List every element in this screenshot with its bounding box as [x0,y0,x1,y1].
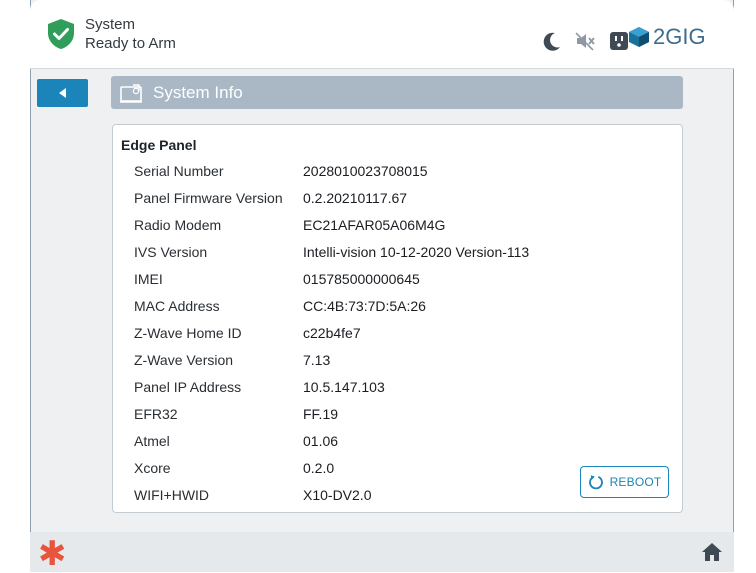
page-title-bar: System Info [111,76,683,109]
info-label: WIFI+HWID [134,487,210,503]
info-row: MAC Address CC:4B:73:7D:5A:26 [113,298,682,320]
info-label: Panel Firmware Version [134,190,283,206]
info-label: Atmel [134,433,170,449]
info-row: EFR32 FF.19 [113,406,682,428]
info-row: Radio Modem EC21AFAR05A06M4G [113,217,682,239]
back-arrow-icon [58,88,66,98]
info-value: CC:4B:73:7D:5A:26 [303,298,426,314]
info-value: 7.13 [303,352,331,368]
info-label: IMEI [134,271,163,287]
info-row: IMEI 015785000000645 [113,271,682,293]
system-status-text: Ready to Arm [85,35,176,52]
info-value: 0.2.0 [303,460,335,476]
info-label: EFR32 [134,406,178,422]
info-row: Serial Number 2028010023708015 [113,163,682,185]
mute-icon[interactable] [574,30,596,52]
back-button[interactable] [37,79,88,107]
info-value: 015785000000645 [303,271,420,287]
info-label: MAC Address [134,298,220,314]
footer-bar [30,532,734,572]
info-value: FF.19 [303,406,339,422]
info-value: EC21AFAR05A06M4G [303,217,446,233]
header-divider [30,68,734,69]
night-mode-icon[interactable] [541,30,563,52]
info-row: Z-Wave Home ID c22b4fe7 [113,325,682,347]
info-row: Panel Firmware Version 0.2.20210117.67 [113,190,682,212]
system-status-label: System [85,16,136,33]
emergency-icon[interactable]: ✱ [38,537,67,571]
brand-text: 2GIG [653,24,706,49]
page-title: System Info [153,82,243,102]
brand-logo: 2GIG [628,24,706,50]
info-label: Xcore [134,460,171,476]
reboot-icon [588,475,603,490]
info-label: IVS Version [134,244,208,260]
info-value: Intelli-vision 10-12-2020 Version-113 [303,244,530,260]
shield-check-icon [48,19,74,49]
info-value: X10-DV2.0 [303,487,372,503]
reboot-button[interactable]: REBOOT [580,466,669,498]
system-info-icon [120,83,142,103]
info-value: 0.2.20210117.67 [303,190,408,206]
info-panel: Edge Panel Serial Number 2028010023708015… [112,124,683,513]
info-row: IVS Version Intelli-vision 10-12-2020 Ver… [113,244,682,266]
info-row: Z-Wave Version 7.13 [113,352,682,374]
outlet-icon[interactable] [608,30,630,52]
info-row: Atmel 01.06 [113,433,682,455]
info-row: Panel IP Address 10.5.147.103 [113,379,682,401]
info-label: Panel IP Address [134,379,242,395]
reboot-label: REBOOT [609,475,662,489]
info-value: c22b4fe7 [303,325,361,341]
info-label: Z-Wave Version [134,352,234,368]
info-label: Z-Wave Home ID [134,325,242,341]
brand-mark-icon [629,27,649,47]
home-icon[interactable] [701,541,723,563]
info-value: 10.5.147.103 [303,379,385,395]
panel-title: Edge Panel [121,137,197,153]
info-value: 01.06 [303,433,339,449]
info-value: 2028010023708015 [303,163,428,179]
info-label: Serial Number [134,163,224,179]
info-label: Radio Modem [134,217,222,233]
